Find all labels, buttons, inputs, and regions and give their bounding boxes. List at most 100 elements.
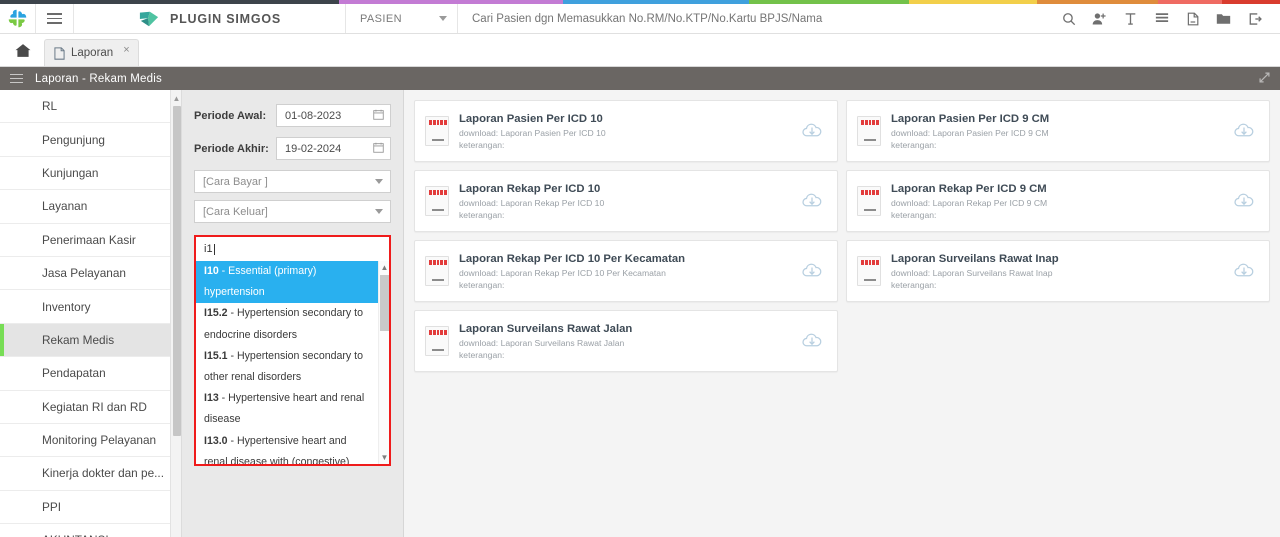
sidebar-item-rl[interactable]: RL xyxy=(0,90,181,124)
expand-icon[interactable] xyxy=(1259,72,1270,86)
report-keterangan-label: keterangan: xyxy=(891,279,937,290)
icd-option-text: - Essential (primary) hypertension xyxy=(204,265,317,299)
report-title: Laporan Rekap Per ICD 10 Per Kecamatan xyxy=(459,252,686,265)
report-keterangan-label: keterangan: xyxy=(459,279,505,290)
cara-keluar-value: [Cara Keluar] xyxy=(203,205,268,218)
periode-akhir-row: Periode Akhir: 19-02-2024 xyxy=(194,137,391,160)
report-card[interactable]: Laporan Rekap Per ICD 10 download: Lapora… xyxy=(414,170,838,232)
periode-awal-label: Periode Awal: xyxy=(194,109,267,122)
icd-list-scrollbar[interactable]: ▲ ▼ xyxy=(378,261,389,464)
icd-option[interactable]: I10 - Essential (primary) hypertension xyxy=(196,261,378,304)
header-icon-group xyxy=(1053,4,1280,33)
cara-keluar-select[interactable]: [Cara Keluar] xyxy=(194,200,391,223)
cloud-download-icon[interactable] xyxy=(801,190,823,212)
sidebar-item-label: RL xyxy=(42,99,58,114)
folder-icon[interactable] xyxy=(1208,4,1239,33)
report-card[interactable]: Laporan Pasien Per ICD 9 CM download: Lap… xyxy=(846,100,1270,162)
text-cursor-icon[interactable] xyxy=(1115,4,1146,33)
icd-option[interactable]: I13 - Hypertensive heart and renal disea… xyxy=(196,388,378,430)
global-search[interactable] xyxy=(458,4,1053,33)
list-icon[interactable] xyxy=(1146,4,1177,33)
icd-search-value: i1 xyxy=(204,243,213,255)
report-filter-panel: Periode Awal: 01-08-2023 Periode Akhir: … xyxy=(182,90,404,537)
search-icon[interactable] xyxy=(1053,4,1084,33)
search-input[interactable] xyxy=(472,12,1053,25)
scroll-down-icon[interactable]: ▼ xyxy=(379,452,389,463)
sidebar-item-rekam-medis[interactable]: Rekam Medis xyxy=(0,323,181,358)
calendar-icon[interactable] xyxy=(373,142,384,156)
chevron-down-icon xyxy=(439,16,447,21)
periode-awal-row: Periode Awal: 01-08-2023 xyxy=(194,104,391,127)
sidebar-item-akuntansi[interactable]: AKUNTANSI xyxy=(0,524,181,537)
cloud-download-icon[interactable] xyxy=(1233,260,1255,282)
chevron-down-icon xyxy=(375,209,383,214)
icd-option[interactable]: I15.1 - Hypertension secondary to other … xyxy=(196,346,378,388)
sidebar-item-label: PPI xyxy=(42,499,62,514)
cloud-download-icon[interactable] xyxy=(1233,190,1255,212)
report-document-icon xyxy=(425,116,449,146)
page-title: Laporan - Rekam Medis xyxy=(35,72,162,85)
sidebar-item-inventory[interactable]: Inventory xyxy=(0,290,181,324)
report-card-text: Laporan Surveilans Rawat Jalan download: … xyxy=(459,322,791,361)
periode-akhir-input[interactable]: 19-02-2024 xyxy=(276,137,391,160)
page-body: RL Pengunjung Kunjungan Layanan Penerimaan K… xyxy=(0,90,1280,537)
simgos-bird-icon xyxy=(139,11,159,26)
main-menu-button[interactable] xyxy=(36,4,74,33)
cloud-download-icon[interactable] xyxy=(801,330,823,352)
page-title-bar: Laporan - Rekam Medis xyxy=(0,67,1280,90)
icd-search-input[interactable]: i1 xyxy=(196,237,389,261)
icd-option[interactable]: I15.2 - Hypertension secondary to endocr… xyxy=(196,303,378,345)
entity-selector[interactable]: PASIEN xyxy=(346,4,458,33)
icd-scroll-thumb[interactable] xyxy=(380,275,389,331)
close-icon[interactable]: × xyxy=(123,44,129,56)
sidebar-item-label: Layanan xyxy=(42,199,88,214)
sidebar-item-kinerja-dokter-dan-pe[interactable]: Kinerja dokter dan pe... xyxy=(0,457,181,491)
report-card[interactable]: Laporan Surveilans Rawat Jalan download: … xyxy=(414,310,838,372)
report-keterangan-label: keterangan: xyxy=(891,209,937,220)
sidebar-scroll-thumb[interactable] xyxy=(172,106,181,436)
cloud-download-icon[interactable] xyxy=(801,260,823,282)
icd-option[interactable]: I13.0 - Hypertensive heart and renal dis… xyxy=(196,431,378,464)
report-card[interactable]: Laporan Rekap Per ICD 9 CM download: Lapo… xyxy=(846,170,1270,232)
cara-bayar-select[interactable]: [Cara Bayar ] xyxy=(194,170,391,193)
cara-bayar-value: [Cara Bayar ] xyxy=(203,175,268,188)
panel-menu-icon[interactable] xyxy=(10,74,23,83)
report-download-label: download: Laporan Surveilans Rawat Jalan xyxy=(459,337,625,348)
sidebar-item-penerimaan-kasir[interactable]: Penerimaan Kasir xyxy=(0,223,181,257)
report-card[interactable]: Laporan Pasien Per ICD 10 download: Lapor… xyxy=(414,100,838,162)
sidebar-item-label: Jasa Pelayanan xyxy=(42,266,126,281)
add-user-icon[interactable] xyxy=(1084,4,1115,33)
cloud-download-icon[interactable] xyxy=(801,120,823,142)
app-header: PLUGIN SIMGOS PASIEN xyxy=(0,4,1280,34)
scroll-up-icon[interactable]: ▲ xyxy=(379,262,389,273)
sidebar-item-monitoring-pelayanan[interactable]: Monitoring Pelayanan xyxy=(0,423,181,458)
sidebar-item-pendapatan[interactable]: Pendapatan xyxy=(0,357,181,391)
sidebar-scrollbar[interactable]: ▲ ▼ xyxy=(170,90,181,537)
sidebar-item-layanan[interactable]: Layanan xyxy=(0,190,181,224)
report-title: Laporan Pasien Per ICD 10 xyxy=(459,112,603,125)
sidebar-item-pengunjung[interactable]: Pengunjung xyxy=(0,123,181,157)
tab-laporan[interactable]: Laporan × xyxy=(44,39,139,66)
report-card-text: Laporan Rekap Per ICD 10 Per Kecamatan do… xyxy=(459,252,791,291)
periode-akhir-value: 19-02-2024 xyxy=(285,142,342,155)
sidebar-item-kegiatan-ri-dan-rd[interactable]: Kegiatan RI dan RD xyxy=(0,390,181,424)
report-card[interactable]: Laporan Rekap Per ICD 10 Per Kecamatan do… xyxy=(414,240,838,302)
sidebar-item-kunjungan[interactable]: Kunjungan xyxy=(0,156,181,191)
document-icon[interactable] xyxy=(1177,4,1208,33)
sidebar-item-jasa-pelayanan[interactable]: Jasa Pelayanan xyxy=(0,256,181,291)
sidebar-item-label: Pendapatan xyxy=(42,366,106,381)
logout-icon[interactable] xyxy=(1239,4,1270,33)
sidebar-item-ppi[interactable]: PPI xyxy=(0,490,181,525)
report-download-label: download: Laporan Rekap Per ICD 9 CM xyxy=(891,197,1048,208)
periode-awal-input[interactable]: 01-08-2023 xyxy=(276,104,391,127)
sidebar-item-label: Monitoring Pelayanan xyxy=(42,433,157,448)
scroll-up-icon[interactable]: ▲ xyxy=(171,92,181,104)
icd-option-code: I15.2 xyxy=(204,307,228,320)
home-icon[interactable] xyxy=(8,35,38,66)
calendar-icon[interactable] xyxy=(373,109,384,123)
report-column-left: Laporan Pasien Per ICD 10 download: Lapor… xyxy=(414,100,838,537)
report-download-label: download: Laporan Rekap Per ICD 10 xyxy=(459,197,605,208)
report-card[interactable]: Laporan Surveilans Rawat Inap download: L… xyxy=(846,240,1270,302)
cloud-download-icon[interactable] xyxy=(1233,120,1255,142)
app-logo[interactable] xyxy=(0,4,36,33)
